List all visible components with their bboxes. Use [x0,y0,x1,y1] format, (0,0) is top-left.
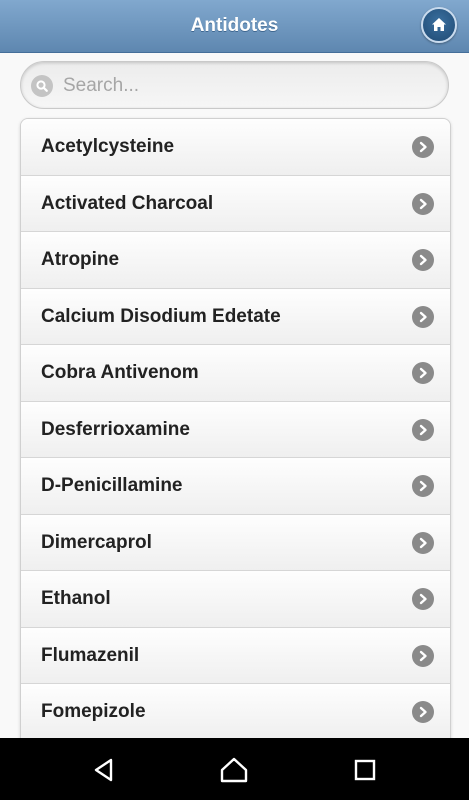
list-item-label: Fomepizole [41,701,146,722]
list-item[interactable]: Dimercaprol [21,514,450,571]
app-header: Antidotes [0,0,469,53]
chevron-right-icon [412,588,434,610]
list-item-label: Dimercaprol [41,531,152,553]
search-input[interactable] [61,66,435,106]
list-item[interactable]: Atropine [21,232,450,289]
recents-button[interactable] [345,750,385,790]
chevron-right-icon [412,531,434,554]
list-item-label: Acetylcysteine [41,136,175,157]
list-item[interactable]: D-Penicillamine [21,458,450,515]
chevron-right-icon [412,249,434,271]
list-item-label: Flumazenil [41,644,140,666]
search-bar [20,61,449,109]
antidote-list: Acetylcysteine Activated Charcoal Atropi… [20,118,451,741]
list-item-label: Atropine [41,249,120,270]
list-item[interactable]: Ethanol [21,571,450,628]
list-item-label: Activated Charcoal [41,192,214,214]
chevron-right-icon [412,418,434,441]
page-title: Antidotes [190,15,279,36]
chevron-right-icon [412,192,434,215]
home-icon [220,757,248,783]
home-nav-button[interactable] [214,750,254,790]
list-item[interactable]: Desferrioxamine [21,401,450,458]
list-item[interactable]: Activated Charcoal [21,175,450,232]
search-icon [31,75,53,97]
chevron-right-icon [412,136,434,158]
recents-icon [354,759,376,781]
list-item-label: Ethanol [41,588,111,609]
list-item[interactable]: Calcium Disodium Edetate [21,288,450,345]
list-item-label: Desferrioxamine [41,418,190,440]
chevron-right-icon [412,305,434,328]
list-item-label: Calcium Disodium Edetate [41,305,281,327]
back-button[interactable] [84,750,124,790]
chevron-right-icon [412,362,434,384]
list-item[interactable]: Cobra Antivenom [21,345,450,402]
list-item[interactable]: Acetylcysteine [21,119,450,176]
chevron-right-icon [412,701,434,723]
home-icon [432,18,446,31]
list-item[interactable]: Fomepizole [21,684,450,741]
system-navigation-bar [0,738,469,800]
chevron-right-icon [412,644,434,667]
chevron-right-icon [412,475,434,497]
list-item[interactable]: Flumazenil [21,627,450,684]
home-button[interactable] [421,7,457,43]
list-item-label: D-Penicillamine [41,475,183,496]
back-icon [94,758,113,782]
list-item-label: Cobra Antivenom [41,362,199,383]
